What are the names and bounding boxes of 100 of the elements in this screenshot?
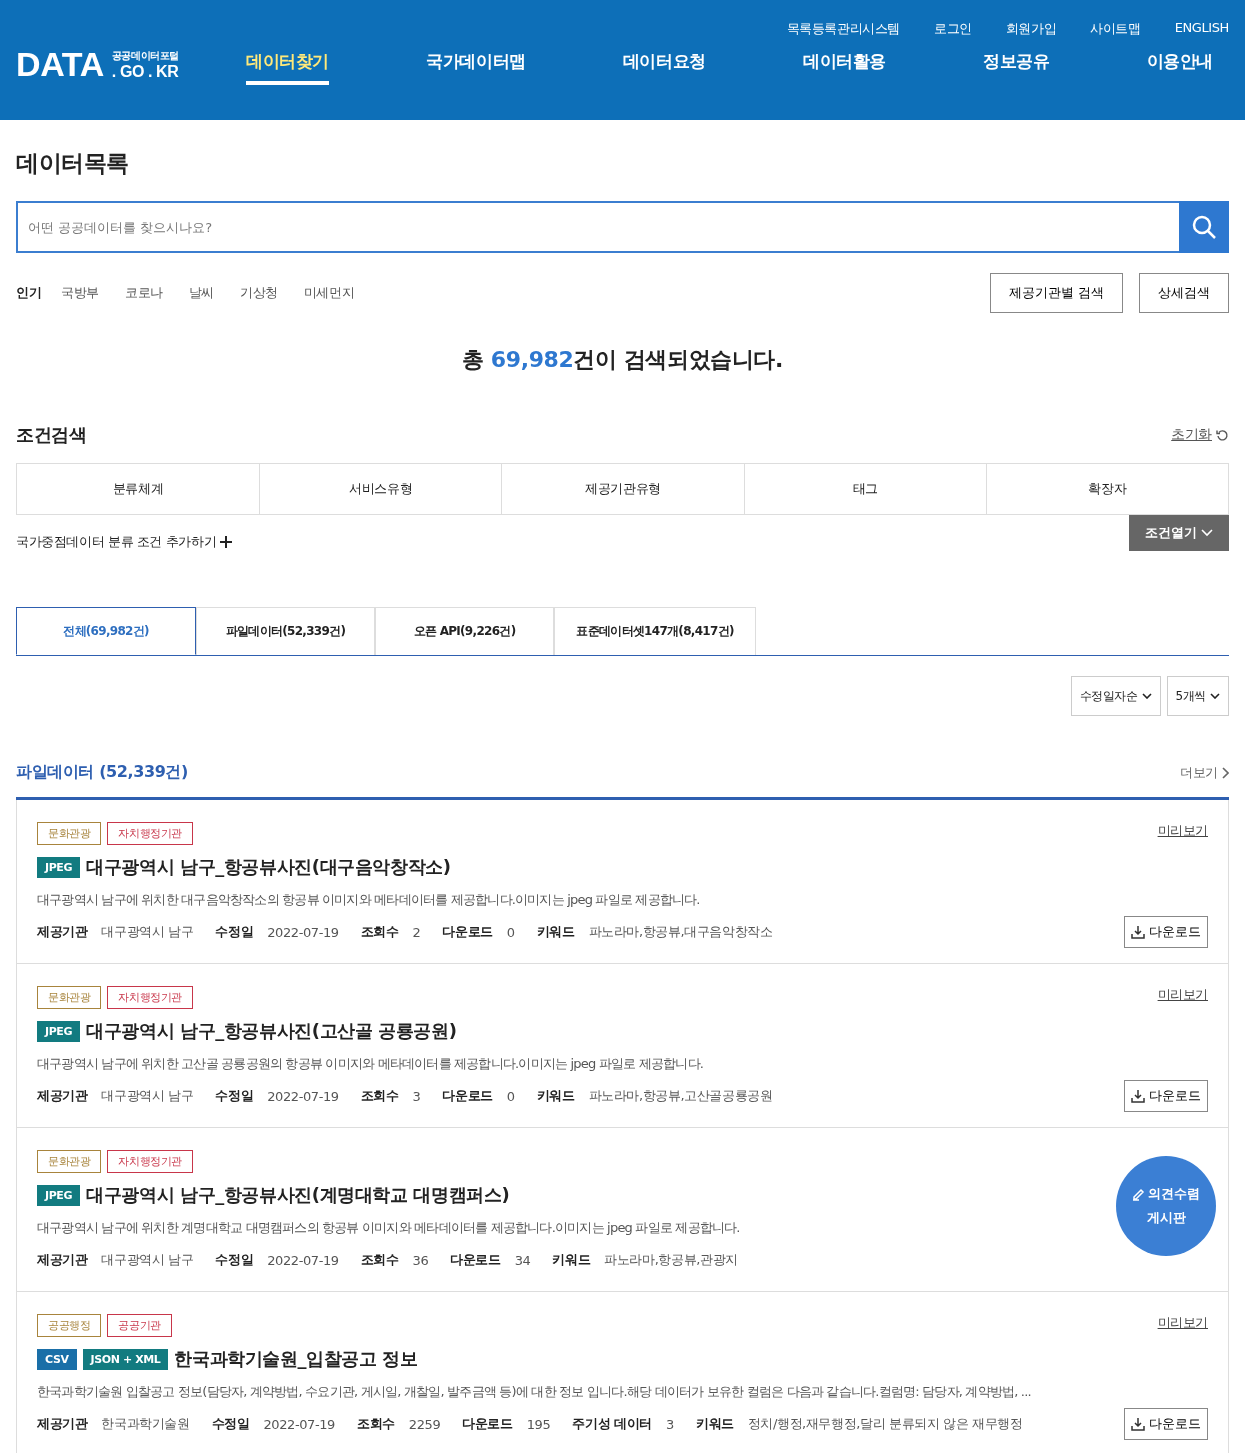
plus-icon	[220, 536, 233, 548]
search-option-button[interactable]: 상세검색	[1139, 273, 1229, 313]
dataset-title[interactable]: 대구광역시 남구_항공뷰사진(계명대학교 대명캠퍼스)	[86, 1183, 510, 1207]
format-badge: JPEG	[37, 1184, 81, 1206]
category-tag: 문화관광	[37, 986, 102, 1009]
chevron-down-icon	[1201, 529, 1213, 537]
search-icon	[1191, 214, 1217, 240]
sort-select[interactable]: 수정일자순	[1070, 676, 1161, 716]
meta-value: 3	[412, 1088, 421, 1104]
preview-link[interactable]: 미리보기	[1157, 986, 1208, 1009]
dataset-title[interactable]: 대구광역시 남구_항공뷰사진(대구음악창작소)	[86, 855, 451, 879]
meta-label: 수정일	[215, 1251, 254, 1269]
utility-link[interactable]: 목록등록관리시스템	[786, 20, 901, 44]
meta-label: 조회수	[360, 1087, 399, 1105]
section-title: 조건검색	[16, 423, 87, 447]
dataset-title[interactable]: 한국과학기술원_입찰공고 정보	[174, 1347, 418, 1371]
keyword-link[interactable]: 코로나	[125, 284, 163, 302]
condition-tab[interactable]: 분류체계	[17, 464, 260, 514]
dataset-description: 한국과학기술원 입찰공고 정보(담당자, 계약방법, 수요기관, 게시일, 개찰일, 발주금액 등)에 대한 정보 입니다.해당 데이터가 보유한 컬럼은 다음과 같습니다.컬럼명: 담당자, 계약방법, ...	[37, 1383, 1031, 1401]
logo-text: DATA	[16, 45, 104, 84]
utility-link[interactable]: 사이트맵	[1090, 20, 1141, 44]
reset-link[interactable]: 초기화	[1171, 426, 1229, 444]
meta-label: 다운로드	[442, 923, 493, 941]
condition-tab[interactable]: 제공기관유형	[501, 464, 744, 514]
condition-tab[interactable]: 확장자	[985, 464, 1228, 514]
meta-value: 한국과학기술원	[101, 1415, 190, 1433]
meta-value: 파노라마,항공뷰,관광지	[604, 1251, 738, 1269]
keyword-link[interactable]: 국방부	[61, 284, 99, 302]
nav-item[interactable]: 데이터요청	[622, 44, 706, 85]
meta-value: 2022-07-19	[267, 1252, 339, 1268]
tab[interactable]: 파일데이터(52,339건)	[196, 607, 375, 655]
meta-label: 다운로드	[450, 1251, 501, 1269]
preview-link[interactable]: 미리보기	[1157, 822, 1208, 845]
format-badge: JPEG	[37, 1020, 81, 1042]
tab[interactable]: 오픈 API(9,226건)	[375, 607, 554, 655]
download-icon	[1131, 1417, 1145, 1431]
utility-link[interactable]: 로그인	[934, 20, 972, 44]
more-link[interactable]: 더보기	[1180, 763, 1229, 782]
keyword-link[interactable]: 기상청	[240, 284, 278, 302]
download-button[interactable]: 다운로드	[1124, 1080, 1208, 1112]
sort-select[interactable]: 5개씩	[1166, 676, 1229, 716]
section-title: 파일데이터 (52,339건)	[16, 762, 188, 783]
nav-item[interactable]: 국가데이터맵	[426, 44, 526, 85]
meta-value: 대구광역시 남구	[101, 1251, 194, 1269]
refresh-icon	[1216, 428, 1229, 442]
download-button[interactable]: 다운로드	[1124, 916, 1208, 948]
category-tag: 공공기관	[107, 1314, 172, 1337]
meta-value: 정치/행정,재무행정,달리 분류되지 않은 재무행정	[747, 1415, 1023, 1433]
search-button[interactable]	[1179, 201, 1229, 253]
meta-value: 2	[412, 924, 421, 940]
keyword-link[interactable]: 날씨	[188, 284, 215, 302]
meta-label: 다운로드	[462, 1415, 513, 1433]
nav-item[interactable]: 데이터찾기	[246, 44, 329, 85]
preview-link[interactable]: 미리보기	[1157, 1314, 1208, 1337]
meta-value: 파노라마,항공뷰,고산골공룡공원	[588, 1087, 773, 1105]
search-option-button[interactable]: 제공기관별 검색	[989, 273, 1123, 313]
open-conditions-button[interactable]: 조건열기	[1129, 515, 1229, 551]
nav-item[interactable]: 데이터활용	[802, 44, 886, 85]
dataset-description: 대구광역시 남구에 위치한 계명대학교 대명캠퍼스의 항공뷰 이미지와 메타데이터를 제공합니다.이미지는 jpeg 파일로 제공합니다.	[37, 1219, 740, 1237]
meta-value: 대구광역시 남구	[101, 923, 194, 941]
meta-value: 0	[506, 924, 515, 940]
meta-label: 키워드	[536, 1087, 575, 1105]
format-badge: CSV	[37, 1348, 77, 1370]
keyword-link[interactable]: 미세먼지	[303, 284, 355, 302]
condition-tab[interactable]: 태그	[743, 464, 986, 514]
meta-label: 다운로드	[442, 1087, 493, 1105]
format-badge: JSON + XML	[82, 1348, 169, 1370]
meta-value: 2022-07-19	[267, 1088, 339, 1104]
download-icon	[1131, 925, 1145, 939]
chevron-down-icon	[1210, 693, 1220, 699]
utility-link[interactable]: ENGLISH	[1174, 20, 1229, 44]
logo-domain: . GO . KR	[111, 62, 179, 81]
dataset-description: 대구광역시 남구에 위치한 고산골 공룡공원의 항공뷰 이미지와 메타데이터를 제공합니다.이미지는 jpeg 파일로 제공합니다.	[37, 1055, 704, 1073]
pencil-icon	[1132, 1187, 1146, 1201]
utility-link[interactable]: 회원가입	[1005, 20, 1057, 44]
result-summary: 총 69,982건이 검색되었습니다.	[461, 346, 784, 374]
category-tag: 자치행정기관	[107, 822, 193, 845]
meta-label: 제공기관	[37, 1087, 88, 1105]
tab[interactable]: 표준데이터셋147개(8,417건)	[554, 607, 756, 655]
download-button[interactable]: 다운로드	[1124, 1408, 1208, 1440]
download-icon	[1131, 1089, 1145, 1103]
dataset-title[interactable]: 대구광역시 남구_항공뷰사진(고산골 공룡공원)	[86, 1019, 457, 1043]
condition-tab[interactable]: 서비스유형	[259, 464, 502, 514]
category-tag: 자치행정기관	[107, 1150, 193, 1173]
add-condition-link[interactable]: 국가중점데이터 분류 조건 추가하기	[16, 533, 233, 551]
feedback-board-button[interactable]: 의견수렴 게시판	[1116, 1156, 1216, 1256]
meta-label: 제공기관	[37, 1415, 88, 1433]
popular-label: 인기	[16, 284, 42, 302]
meta-label: 조회수	[357, 1415, 395, 1433]
nav-item[interactable]: 정보공유	[983, 44, 1050, 85]
meta-label: 키워드	[552, 1251, 591, 1269]
search-field[interactable]: 어떤 공공데이터를 찾으시나요?	[16, 201, 1179, 253]
category-tag: 자치행정기관	[107, 986, 193, 1009]
category-tag: 공공행정	[37, 1314, 102, 1337]
meta-value: 파노라마,항공뷰,대구음악창작소	[588, 923, 773, 941]
tab[interactable]: 전체(69,982건)	[16, 607, 196, 655]
nav-item[interactable]: 이용안내	[1146, 44, 1213, 85]
dataset-description: 대구광역시 남구에 위치한 대구음악창작소의 항공뷰 이미지와 메타데이터를 제공합니다.이미지는 jpeg 파일로 제공합니다.	[37, 891, 700, 909]
meta-label: 키워드	[536, 923, 575, 941]
meta-value: 2259	[408, 1416, 441, 1432]
